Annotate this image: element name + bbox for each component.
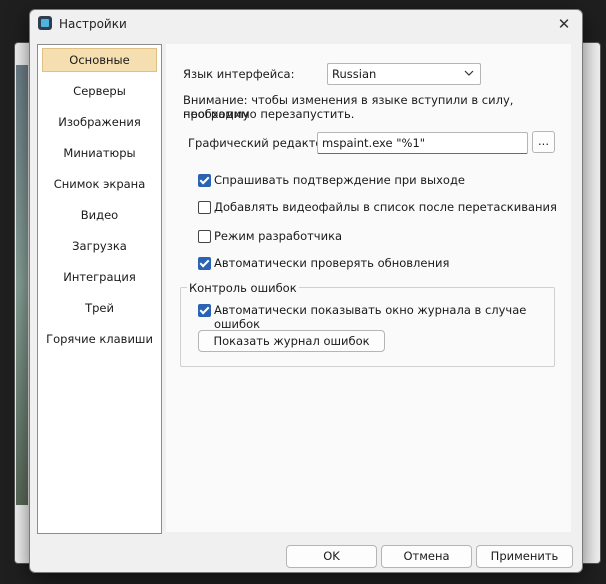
auto-show-log-label: Автоматически показывать окно журнала в … bbox=[214, 303, 527, 331]
language-select-value: Russian bbox=[332, 67, 377, 81]
auto-update-label: Автоматически проверять обновления bbox=[214, 256, 450, 270]
add-videos-label: Добавлять видеофайлы в список после пере… bbox=[214, 200, 557, 214]
editor-input-value: mspaint.exe "%1" bbox=[322, 136, 426, 150]
window-title: Настройки bbox=[59, 17, 127, 31]
sidebar-item-servers[interactable]: Серверы bbox=[42, 79, 157, 103]
title-bar[interactable]: Настройки ✕ bbox=[30, 10, 582, 38]
language-select[interactable]: Russian bbox=[327, 63, 481, 85]
ok-button[interactable]: OK bbox=[286, 545, 377, 568]
show-error-log-button[interactable]: Показать журнал ошибок bbox=[198, 330, 385, 352]
browse-button[interactable]: ... bbox=[532, 131, 555, 153]
app-icon bbox=[38, 16, 52, 30]
auto-update-checkbox[interactable] bbox=[198, 257, 211, 270]
close-button[interactable]: ✕ bbox=[552, 14, 576, 34]
sidebar-item-screenshot[interactable]: Снимок экрана bbox=[42, 172, 157, 196]
sidebar-item-hotkeys[interactable]: Горячие клавиши bbox=[42, 327, 157, 351]
auto-show-log-checkbox[interactable] bbox=[198, 304, 211, 317]
language-label: Язык интерфейса: bbox=[183, 67, 295, 81]
developer-mode-label: Режим разработчика bbox=[214, 229, 343, 243]
apply-button[interactable]: Применить bbox=[476, 545, 573, 568]
editor-input[interactable]: mspaint.exe "%1" bbox=[317, 132, 528, 154]
confirm-exit-label: Спрашивать подтверждение при выходе bbox=[214, 173, 465, 187]
settings-dialog: Настройки ✕ Основные Серверы Изображения… bbox=[29, 9, 583, 573]
language-note-line2: необходимо перезапустить. bbox=[183, 107, 355, 121]
sidebar-item-general[interactable]: Основные bbox=[42, 48, 157, 72]
sidebar-item-integration[interactable]: Интеграция bbox=[42, 265, 157, 289]
add-videos-checkbox[interactable] bbox=[198, 201, 211, 214]
confirm-exit-checkbox[interactable] bbox=[198, 174, 211, 187]
sidebar-item-images[interactable]: Изображения bbox=[42, 110, 157, 134]
sidebar-item-upload[interactable]: Загрузка bbox=[42, 234, 157, 258]
chevron-down-icon bbox=[464, 70, 474, 76]
developer-mode-checkbox[interactable] bbox=[198, 230, 211, 243]
sidebar-item-video[interactable]: Видео bbox=[42, 203, 157, 227]
sidebar-item-thumbnails[interactable]: Миниатюры bbox=[42, 141, 157, 165]
cancel-button[interactable]: Отмена bbox=[381, 545, 472, 568]
general-settings-panel: Язык интерфейса: Russian Внимание: чтобы… bbox=[166, 44, 571, 532]
background-window-strip bbox=[16, 65, 28, 505]
error-control-title: Контроль ошибок bbox=[187, 281, 299, 295]
settings-sidebar: Основные Серверы Изображения Миниатюры С… bbox=[37, 44, 162, 534]
editor-label: Графический редактор: bbox=[188, 136, 334, 150]
sidebar-item-tray[interactable]: Трей bbox=[42, 296, 157, 320]
